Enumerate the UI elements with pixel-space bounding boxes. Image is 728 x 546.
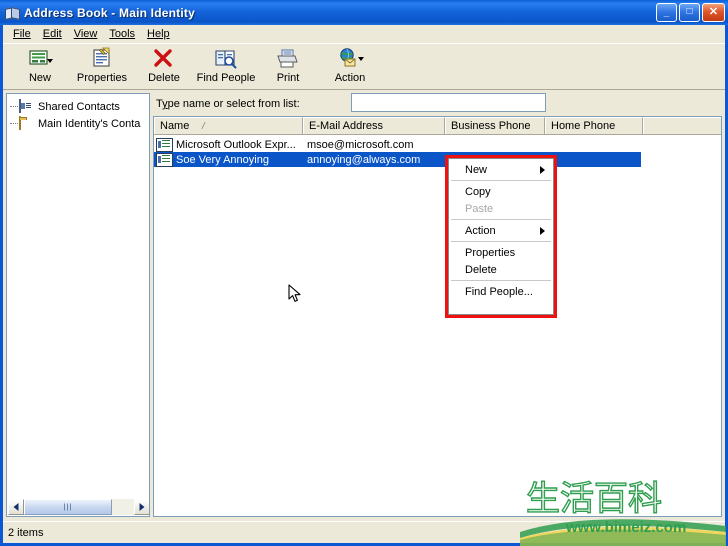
window-controls: _ □ ✕ [656, 3, 725, 22]
column-header-name-label: Name [160, 120, 189, 132]
menu-help-label: Help [147, 28, 170, 40]
column-header-business-phone[interactable]: Business Phone [445, 117, 545, 134]
toolbar-delete-button[interactable]: Delete [133, 44, 195, 88]
toolbar-action-button[interactable]: Action [319, 44, 381, 88]
contact-card-icon [156, 153, 173, 167]
row-name-cell: Microsoft Outlook Expr... [154, 138, 303, 152]
toolbar-action-label: Action [335, 72, 366, 84]
menu-edit[interactable]: Edit [37, 26, 68, 42]
action-globe-icon [337, 47, 363, 71]
column-header-home-phone-label: Home Phone [551, 120, 615, 132]
tree-line [10, 123, 18, 124]
table-row[interactable]: Microsoft Outlook Expr... msoe@microsoft… [154, 137, 721, 152]
search-input[interactable] [351, 93, 546, 112]
menu-edit-label: Edit [43, 28, 62, 40]
search-label: Type name or select from list: [156, 98, 300, 110]
menu-help[interactable]: Help [141, 26, 176, 42]
menu-file-label: File [13, 28, 31, 40]
close-button[interactable]: ✕ [702, 3, 725, 22]
toolbar-find-people-button[interactable]: Find People [195, 44, 257, 88]
row-email-cell: annoying@always.com [303, 154, 445, 166]
scroll-right-button[interactable] [134, 499, 150, 515]
chevron-down-icon [358, 57, 364, 61]
new-contact-icon [27, 47, 53, 71]
toolbar-new-label: New [29, 72, 51, 84]
toolbar-new-button[interactable]: New [9, 44, 71, 88]
tree-item-main-identity-contacts-label: Main Identity's Conta [38, 118, 140, 130]
status-bar: 2 items [3, 521, 725, 543]
status-item-count: 2 items [8, 527, 43, 539]
tree-horizontal-scrollbar[interactable] [8, 499, 150, 515]
column-header-email[interactable]: E-Mail Address [303, 117, 445, 134]
tree-line [10, 106, 18, 107]
column-header-email-label: E-Mail Address [309, 120, 383, 132]
chevron-down-icon [47, 59, 53, 63]
mouse-cursor-icon [288, 284, 302, 304]
maximize-icon: □ [680, 7, 699, 17]
row-name-label: Microsoft Outlook Expr... [176, 139, 296, 151]
column-header-name[interactable]: Name ⁄ [154, 117, 303, 134]
menu-view-label: View [74, 28, 98, 40]
sort-ascending-icon: ⁄ [204, 121, 205, 132]
scroll-left-button[interactable] [8, 499, 24, 515]
find-people-icon [213, 47, 239, 71]
window-title: Address Book - Main Identity [24, 6, 195, 20]
toolbar-properties-label: Properties [77, 72, 127, 84]
maximize-button[interactable]: □ [679, 3, 700, 22]
title-bar: Address Book - Main Identity _ □ ✕ [0, 0, 728, 25]
toolbar-delete-label: Delete [148, 72, 180, 84]
tree-item-main-identity-contacts[interactable]: Main Identity's Conta [7, 115, 149, 132]
close-icon: ✕ [703, 7, 724, 18]
search-row: Type name or select from list: [156, 93, 722, 115]
contacts-list-view[interactable]: Name ⁄ E-Mail Address Business Phone Hom… [153, 116, 722, 517]
list-column-headers: Name ⁄ E-Mail Address Business Phone Hom… [154, 117, 721, 135]
tree-item-shared-contacts-label: Shared Contacts [38, 101, 120, 113]
row-name-label: Soe Very Annoying [176, 154, 269, 166]
menu-view[interactable]: View [68, 26, 104, 42]
address-book-icon [4, 5, 20, 20]
tree-item-shared-contacts[interactable]: Shared Contacts [7, 98, 149, 115]
toolbar: New Properties [3, 43, 725, 90]
scrollbar-track[interactable] [24, 499, 134, 515]
properties-icon [89, 47, 115, 71]
menu-bar: File Edit View Tools Help [3, 25, 725, 43]
scrollbar-thumb[interactable] [24, 499, 112, 515]
folder-tree-panel[interactable]: Shared Contacts Main Identity's Conta [6, 93, 150, 517]
menu-tools-label: Tools [109, 28, 135, 40]
toolbar-print-label: Print [277, 72, 300, 84]
column-header-filler[interactable] [643, 117, 721, 134]
toolbar-print-button[interactable]: Print [257, 44, 319, 88]
toolbar-properties-button[interactable]: Properties [71, 44, 133, 88]
folder-icon [19, 117, 35, 131]
column-header-business-phone-label: Business Phone [451, 120, 531, 132]
menu-tools[interactable]: Tools [103, 26, 141, 42]
column-header-home-phone[interactable]: Home Phone [545, 117, 643, 134]
delete-x-icon [151, 47, 177, 71]
shared-contacts-icon [19, 100, 35, 114]
menu-file[interactable]: File [7, 26, 37, 42]
contact-card-icon [156, 138, 173, 152]
toolbar-find-people-label: Find People [197, 72, 256, 84]
printer-icon [275, 47, 301, 71]
context-menu-highlight-box [445, 155, 557, 318]
minimize-icon: _ [657, 8, 676, 18]
row-name-cell: Soe Very Annoying [154, 153, 303, 167]
row-email-cell: msoe@microsoft.com [303, 139, 445, 151]
address-book-window: Address Book - Main Identity _ □ ✕ File … [0, 0, 728, 546]
minimize-button[interactable]: _ [656, 3, 677, 22]
table-row[interactable]: Soe Very Annoying annoying@always.com [154, 152, 641, 167]
